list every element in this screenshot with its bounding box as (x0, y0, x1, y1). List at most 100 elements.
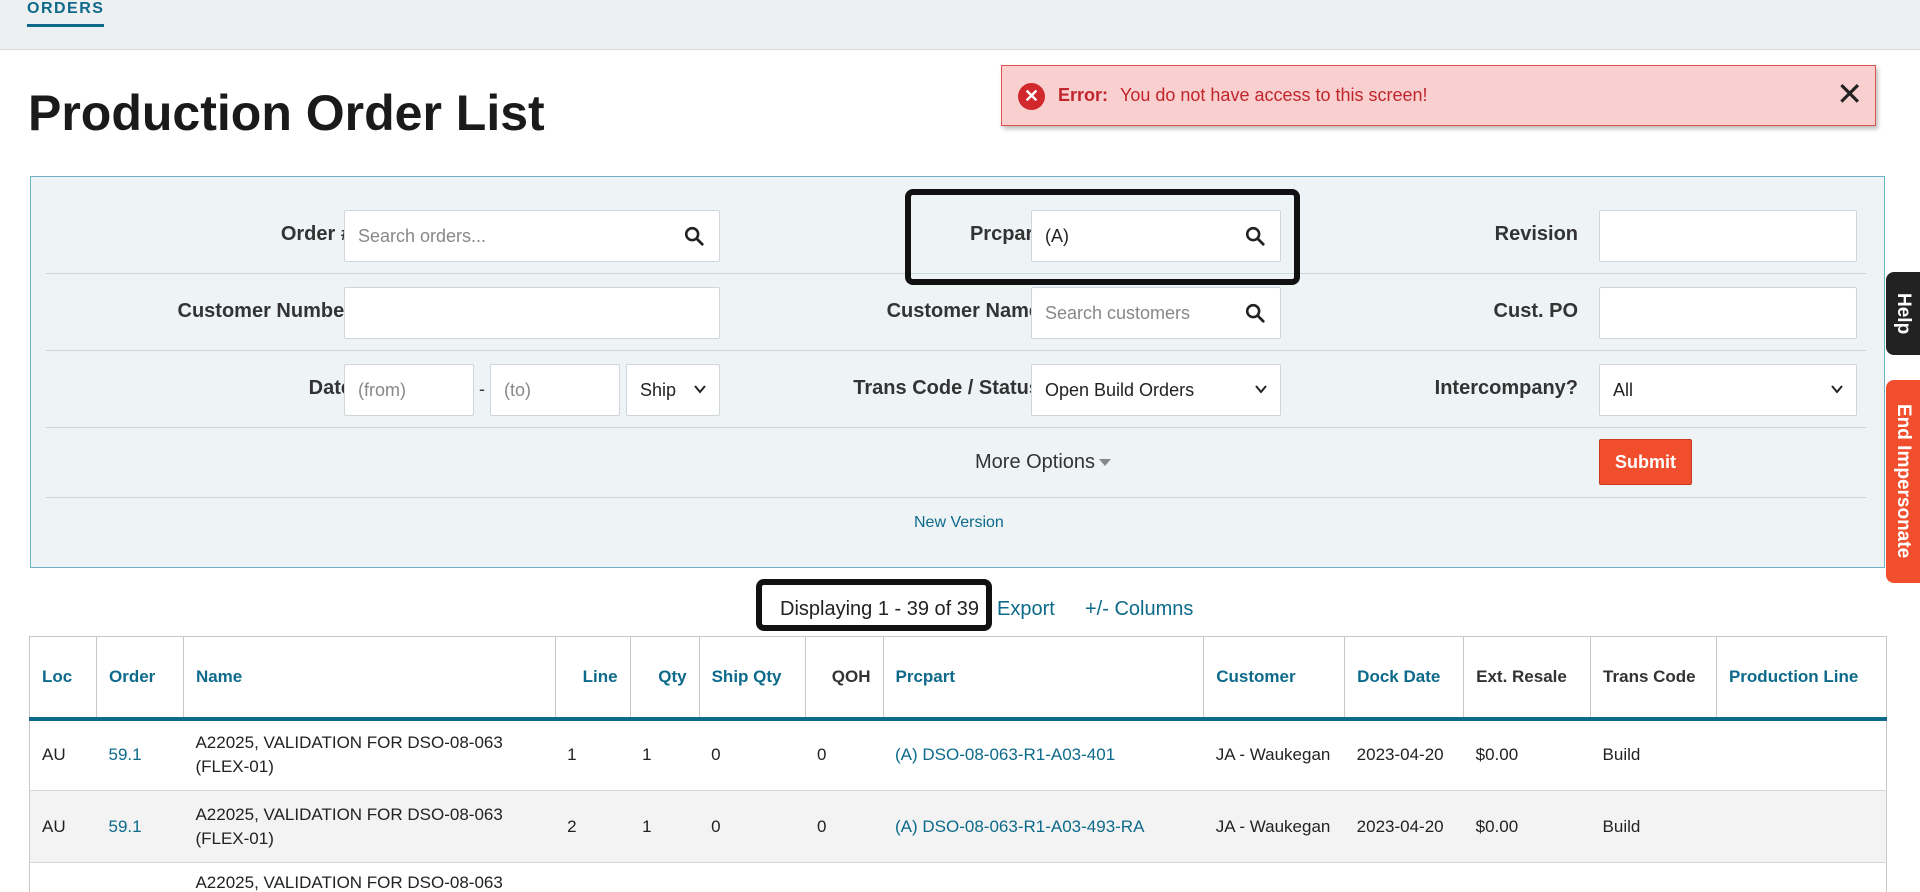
cell-qoh: 0 (805, 790, 883, 863)
col-header-name[interactable]: Name (183, 636, 556, 721)
col-header-dock-date[interactable]: Dock Date (1344, 636, 1465, 721)
help-side-tab[interactable]: Help (1886, 272, 1920, 355)
search-icon[interactable] (1244, 302, 1266, 324)
error-icon: ✕ (1018, 83, 1045, 110)
date-to-placeholder: (to) (504, 380, 531, 400)
date-from-input[interactable]: (from) (344, 364, 474, 416)
cell-qoh (805, 862, 883, 892)
col-header-qty[interactable]: Qty (630, 636, 700, 721)
customer-name-label: Customer Name (886, 300, 1040, 322)
col-header-qoh: QOH (805, 636, 884, 721)
table-row: A22025, VALIDATION FOR DSO-08-063 (29, 862, 1887, 892)
order-link[interactable]: 59.1 (108, 745, 141, 764)
date-to-input[interactable]: (to) (490, 364, 620, 416)
cell-ship-qty (699, 862, 806, 892)
table-row: AU 59.1 A22025, VALIDATION FOR DSO-08-06… (29, 790, 1887, 863)
tab-orders[interactable]: ORDERS (27, 0, 105, 27)
col-header-loc[interactable]: Loc (29, 636, 97, 721)
cell-prcpart: (A) DSO-08-063-R1-A03-401 (883, 718, 1204, 791)
table-header-row: Loc Order Name Line Qty Ship Qty QOH Prc… (29, 636, 1888, 721)
cell-order: 59.1 (96, 790, 184, 863)
search-icon[interactable] (683, 225, 705, 247)
cell-name: A22025, VALIDATION FOR DSO-08-063 (FLEX-… (183, 718, 556, 791)
new-version-link[interactable]: New Version (914, 514, 1004, 532)
date-from-placeholder: (from) (358, 380, 406, 400)
cell-qty (630, 862, 700, 892)
customer-number-label: Customer Number (177, 300, 352, 322)
date-type-select[interactable]: Ship (626, 364, 720, 416)
cell-line: 2 (555, 790, 631, 863)
columns-toggle-link[interactable]: +/- Columns (1085, 598, 1193, 621)
cell-trans-code (1590, 862, 1717, 892)
intercompany-select[interactable]: All (1599, 364, 1857, 416)
cell-ext-resale: $0.00 (1463, 718, 1591, 791)
trans-code-select[interactable]: Open Build Orders (1031, 364, 1281, 416)
col-header-customer[interactable]: Customer (1203, 636, 1346, 721)
row-divider (46, 350, 1866, 351)
error-alert: ✕ Error: You do not have access to this … (1001, 65, 1876, 126)
chevron-down-icon (1831, 385, 1843, 394)
error-message: You do not have access to this screen! (1120, 85, 1428, 105)
chevron-down-icon (1255, 385, 1267, 394)
export-link[interactable]: Export (997, 598, 1055, 621)
more-options-toggle[interactable]: More Options (975, 451, 1112, 474)
more-options-label: More Options (975, 451, 1096, 473)
cell-name: A22025, VALIDATION FOR DSO-08-063 (FLEX-… (183, 790, 556, 863)
cell-loc (29, 862, 97, 892)
cell-dock-date: 2023-04-20 (1344, 790, 1464, 863)
trans-code-label: Trans Code / Status (853, 377, 1040, 399)
order-number-input[interactable]: Search orders... (344, 210, 720, 262)
close-icon[interactable]: ✕ (1836, 76, 1863, 112)
customer-number-input[interactable] (344, 287, 720, 339)
col-header-line[interactable]: Line (555, 636, 631, 721)
cell-order: 59.1 (96, 718, 184, 791)
cell-production-line (1716, 862, 1887, 892)
order-number-label: Order # (280, 223, 352, 245)
cust-po-input[interactable] (1599, 287, 1857, 339)
row-divider (46, 427, 1866, 428)
cell-ext-resale (1463, 862, 1591, 892)
caret-down-icon (1099, 459, 1112, 467)
chevron-down-icon (694, 385, 706, 394)
prcpart-link[interactable]: (A) DSO-08-063-R1-A03-493-RA (895, 817, 1144, 836)
col-header-production-line[interactable]: Production Line (1716, 636, 1888, 721)
top-nav-bar: ORDERS (0, 0, 1920, 50)
end-impersonate-side-tab[interactable]: End Impersonate (1886, 380, 1920, 583)
cell-dock-date: 2023-04-20 (1344, 718, 1464, 791)
order-link[interactable]: 59.1 (108, 817, 141, 836)
prcpart-link[interactable]: (A) DSO-08-063-R1-A03-401 (895, 745, 1115, 764)
cell-loc: AU (29, 790, 97, 863)
display-count: Displaying 1 - 39 of 39 (780, 598, 980, 620)
cell-line: 1 (555, 718, 631, 791)
customer-name-placeholder: Search customers (1045, 303, 1191, 323)
intercompany-label: Intercompany? (1434, 377, 1578, 399)
col-header-ship-qty[interactable]: Ship Qty (699, 636, 806, 721)
cell-trans-code: Build (1590, 790, 1717, 863)
col-header-ext-resale: Ext. Resale (1463, 636, 1592, 721)
error-label: Error: (1058, 85, 1109, 105)
cell-customer: JA - Waukegan (1203, 790, 1345, 863)
row-divider (46, 497, 1866, 498)
table-row: AU 59.1 A22025, VALIDATION FOR DSO-08-06… (29, 718, 1887, 791)
col-header-prcpart[interactable]: Prcpart (883, 636, 1205, 721)
highlight-box-prcpart (905, 189, 1300, 285)
col-header-trans-code: Trans Code (1590, 636, 1717, 721)
revision-input[interactable] (1599, 210, 1857, 262)
cell-qty: 1 (630, 718, 700, 791)
cell-qoh: 0 (805, 718, 883, 791)
submit-button[interactable]: Submit (1599, 439, 1692, 485)
cell-ext-resale: $0.00 (1463, 790, 1591, 863)
trans-code-value: Open Build Orders (1045, 380, 1195, 400)
date-separator: - (479, 379, 485, 399)
col-header-order[interactable]: Order (96, 636, 184, 721)
cell-loc: AU (29, 718, 97, 791)
cust-po-label: Cust. PO (1493, 300, 1578, 322)
cell-name: A22025, VALIDATION FOR DSO-08-063 (183, 862, 556, 892)
date-type-value: Ship (640, 380, 677, 400)
cell-trans-code: Build (1590, 718, 1717, 791)
cell-customer: JA - Waukegan (1203, 718, 1345, 791)
customer-name-input[interactable]: Search customers (1031, 287, 1281, 339)
cell-qty: 1 (630, 790, 700, 863)
intercompany-value: All (1613, 380, 1634, 400)
cell-dock-date (1344, 862, 1464, 892)
